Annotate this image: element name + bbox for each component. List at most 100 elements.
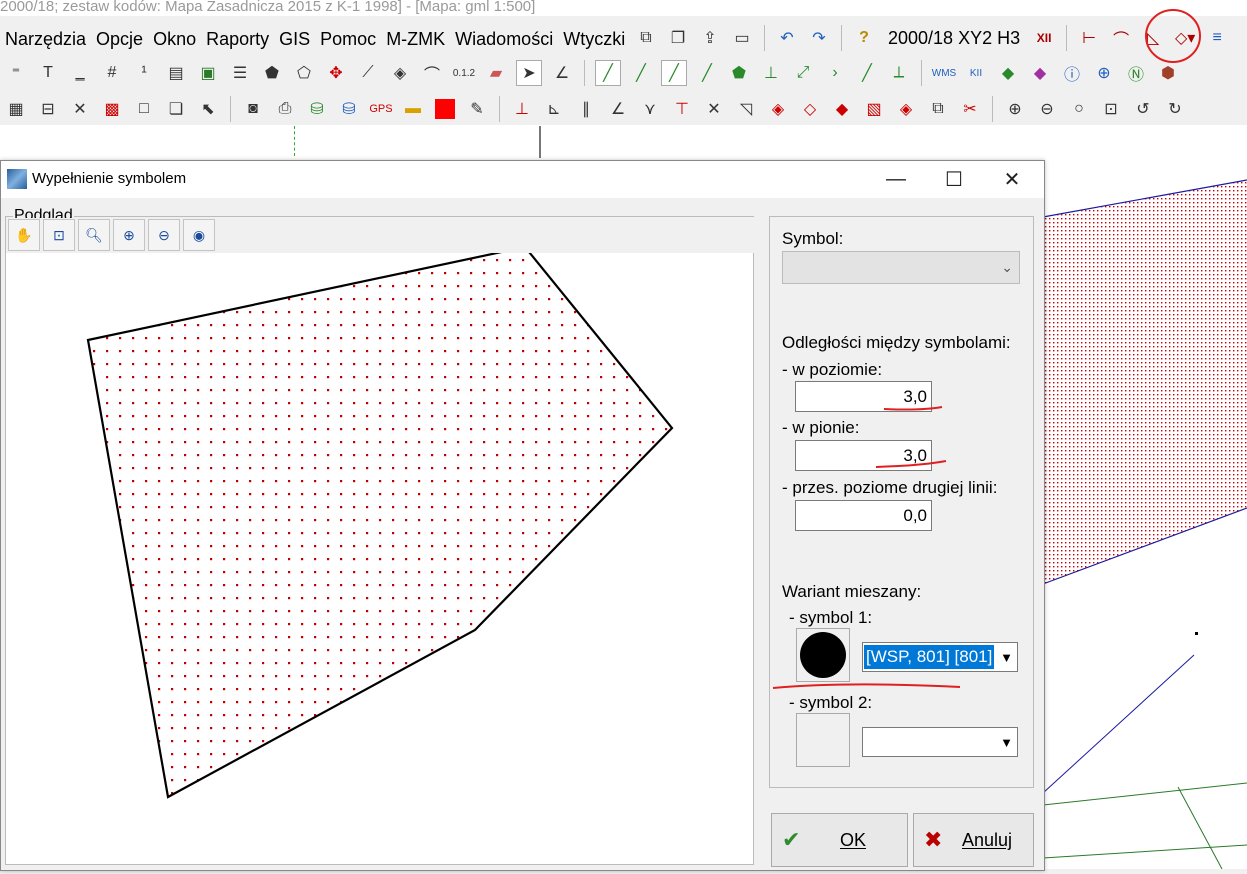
- zoom-next-icon[interactable]: ↻: [1163, 97, 1187, 121]
- symbol1-preview-button[interactable]: [796, 628, 850, 682]
- database-export-icon[interactable]: ⛁: [337, 97, 361, 121]
- pointer-icon[interactable]: ➤: [516, 60, 542, 86]
- duplicate-icon[interactable]: ❐: [666, 26, 690, 50]
- copy-area-icon[interactable]: ⧉: [926, 97, 950, 121]
- shield-icon[interactable]: ⬟: [260, 61, 284, 85]
- line-dots-icon[interactable]: ⟋: [356, 61, 380, 85]
- hatch-diamond-2-icon[interactable]: ◇: [798, 97, 822, 121]
- angle-base-icon[interactable]: ⊾: [542, 97, 566, 121]
- xii-icon[interactable]: XII: [1032, 26, 1056, 50]
- triangle-icon[interactable]: ◹: [734, 97, 758, 121]
- brush-icon[interactable]: ✎: [465, 97, 489, 121]
- preview-canvas[interactable]: [6, 253, 751, 862]
- table-icon[interactable]: ▦: [4, 97, 28, 121]
- coord-system-label[interactable]: 2000/18 XY2 H3: [888, 28, 1020, 49]
- globe-icon[interactable]: ◉: [183, 219, 215, 251]
- parallel-icon[interactable]: ∥: [574, 97, 598, 121]
- zoom-out-icon[interactable]: ⊖: [1035, 97, 1059, 121]
- horizontal-spacing-input[interactable]: 3,0: [795, 381, 932, 412]
- redo-icon[interactable]: ↷: [807, 26, 831, 50]
- symbol-fill-dropdown-icon[interactable]: ◇▾: [1173, 26, 1197, 50]
- text-size-icon[interactable]: ⁼: [4, 61, 28, 85]
- list-icon[interactable]: ☰: [228, 61, 252, 85]
- zoom-in-icon[interactable]: ⊕: [113, 219, 145, 251]
- hatch-diamond-icon[interactable]: ◈: [766, 97, 790, 121]
- angle-icon[interactable]: ∠: [550, 61, 574, 85]
- zoom-in-icon[interactable]: ⊕: [1003, 97, 1027, 121]
- menu-item-pomoc[interactable]: Pomoc: [315, 22, 381, 56]
- zoom-icon[interactable]: ○: [1067, 97, 1091, 121]
- pattern-icon[interactable]: ▩: [100, 97, 124, 121]
- help-icon[interactable]: ?: [852, 26, 876, 50]
- symbol1-select[interactable]: [WSP, 801] [801] ▼: [862, 642, 1018, 672]
- perpendicular-icon[interactable]: ⊥: [759, 61, 783, 85]
- minimize-icon[interactable]: —: [867, 161, 925, 198]
- symbol-select[interactable]: ⌄: [782, 251, 1020, 284]
- paste-icon[interactable]: ▭: [730, 26, 754, 50]
- copy-icon[interactable]: ⧉: [634, 26, 658, 50]
- menu-item-gis[interactable]: GIS: [274, 22, 315, 56]
- move-icon[interactable]: ✥: [324, 61, 348, 85]
- image-icon[interactable]: ▣: [196, 61, 220, 85]
- measure-icon[interactable]: ⊢: [1077, 26, 1101, 50]
- diamond-purple-icon[interactable]: ◆: [1028, 61, 1052, 85]
- info-icon[interactable]: ⓘ: [1060, 61, 1084, 85]
- line-selected-icon[interactable]: ╱: [661, 60, 687, 86]
- numbers-small-icon[interactable]: ¹: [132, 61, 156, 85]
- folder-icon[interactable]: ▬: [401, 97, 425, 121]
- line-arrow-icon[interactable]: ⤢: [791, 61, 815, 85]
- kii-icon[interactable]: KII: [964, 61, 988, 85]
- zoom-window-icon[interactable]: ⊡: [1099, 97, 1123, 121]
- zoom-out-icon[interactable]: ⊖: [148, 219, 180, 251]
- intersect-icon[interactable]: ✕: [702, 97, 726, 121]
- map-filled-polygon[interactable]: [1043, 180, 1247, 584]
- zoom-previous-icon[interactable]: ↺: [1131, 97, 1155, 121]
- menu-item-wtyczki[interactable]: Wtyczki: [558, 22, 630, 56]
- select-arrow-icon[interactable]: ⬉: [196, 97, 220, 121]
- inverse-perp-icon[interactable]: ⊤: [670, 97, 694, 121]
- arc-icon[interactable]: ⌒: [420, 61, 444, 85]
- symbol2-preview-button[interactable]: [796, 713, 850, 767]
- shield-green-icon[interactable]: ⬟: [727, 61, 751, 85]
- windows-icon[interactable]: ❏: [164, 97, 188, 121]
- print-icon[interactable]: ⎙: [273, 97, 297, 121]
- diamond-icon[interactable]: ◈: [388, 61, 412, 85]
- gps-icon[interactable]: GPS: [369, 97, 393, 121]
- menu-item-raporty[interactable]: Raporty: [201, 22, 274, 56]
- layer-color-swatch[interactable]: [433, 97, 457, 121]
- n-circle-icon[interactable]: Ⓝ: [1124, 61, 1148, 85]
- extend-icon[interactable]: ⟂: [887, 61, 911, 85]
- bisect-icon[interactable]: ⋎: [638, 97, 662, 121]
- document-icon[interactable]: ▤: [164, 61, 188, 85]
- symbol2-select[interactable]: ▼: [862, 727, 1018, 757]
- shield-search-icon[interactable]: ⬠: [292, 61, 316, 85]
- numbering-icon[interactable]: 0.1.2: [452, 61, 476, 85]
- line-point-icon[interactable]: ╱: [629, 61, 653, 85]
- menu-item-narzędzia[interactable]: Narzędzia: [0, 22, 91, 56]
- menu-item-opcje[interactable]: Opcje: [91, 22, 148, 56]
- line-diag-icon[interactable]: ╱: [855, 61, 879, 85]
- maximize-icon[interactable]: ☐: [925, 161, 983, 198]
- scissors-icon[interactable]: ✂: [958, 97, 982, 121]
- text-icon[interactable]: T: [36, 61, 60, 85]
- square-icon[interactable]: □: [132, 97, 156, 121]
- numbers-icon[interactable]: #: [100, 61, 124, 85]
- ok-button[interactable]: ✔ OK: [771, 813, 908, 867]
- menu-item-okno[interactable]: Okno: [148, 22, 201, 56]
- close-icon[interactable]: ✕: [983, 161, 1041, 198]
- angle-measure-icon[interactable]: ∠: [606, 97, 630, 121]
- vertical-spacing-input[interactable]: 3,0: [795, 440, 932, 471]
- menu-item-wiadomości[interactable]: Wiadomości: [450, 22, 558, 56]
- measure-arc-icon[interactable]: ⌒: [1109, 26, 1133, 50]
- line-green-icon[interactable]: ╱: [595, 60, 621, 86]
- offset-input[interactable]: 0,0: [795, 500, 932, 531]
- text-bottom-icon[interactable]: ‗: [68, 61, 92, 85]
- camera-icon[interactable]: ◙: [241, 97, 265, 121]
- eraser-icon[interactable]: ▰: [484, 61, 508, 85]
- globe-grid-icon[interactable]: ⊕: [1092, 61, 1116, 85]
- hand-icon[interactable]: ✋: [8, 219, 40, 251]
- area-icon[interactable]: ◺: [1141, 26, 1165, 50]
- export-icon[interactable]: ⇪: [698, 26, 722, 50]
- lines-icon[interactable]: ≡: [1205, 26, 1229, 50]
- minus-box-icon[interactable]: ⊟: [36, 97, 60, 121]
